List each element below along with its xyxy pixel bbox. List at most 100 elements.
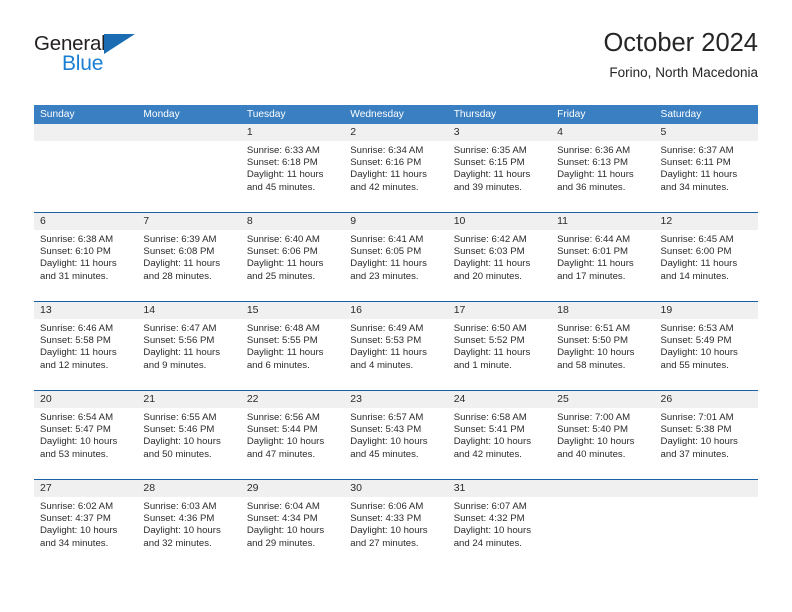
day-cell[interactable]: 15 Sunrise: 6:48 AM Sunset: 5:55 PM Dayligh… — [240, 302, 345, 390]
sunset-text: Sunset: 5:47 PM — [40, 424, 111, 436]
day-cell[interactable]: 21 Sunrise: 6:55 AM Sunset: 5:46 PM Dayligh… — [137, 391, 241, 479]
sunset-text: Sunset: 6:03 PM — [453, 246, 525, 258]
day-details: Sunrise: 6:35 AM Sunset: 6:15 PM Daylight:… — [448, 141, 551, 194]
daylight-text-line1: Daylight: 10 hours — [40, 525, 118, 537]
sunrise-text: Sunrise: 6:40 AM — [246, 234, 320, 245]
sunset-text: Sunset: 6:06 PM — [246, 246, 318, 258]
sunrise-text: Sunrise: 6:49 AM — [350, 323, 424, 334]
daylight-text-line2: and 55 minutes. — [660, 359, 729, 371]
day-cell[interactable]: 9 Sunrise: 6:41 AM Sunset: 6:05 PM Daylight… — [344, 213, 448, 301]
day-cell[interactable]: 31 Sunrise: 6:07 AM Sunset: 4:32 PM Dayligh… — [447, 480, 552, 568]
day-cell[interactable]: 22 Sunrise: 6:56 AM Sunset: 5:44 PM Dayligh… — [240, 391, 345, 479]
sunset-text: Sunset: 5:40 PM — [557, 424, 629, 436]
day-cell[interactable]: 25 Sunrise: 7:00 AM Sunset: 5:40 PM Dayligh… — [551, 391, 655, 479]
day-cell[interactable]: 1 Sunrise: 6:33 AM Sunset: 6:18 PM Daylight… — [240, 124, 345, 212]
sunset-text: Sunset: 5:41 PM — [453, 424, 525, 436]
day-cell[interactable]: 17 Sunrise: 6:50 AM Sunset: 5:52 PM Dayligh… — [447, 302, 552, 390]
daylight-text-line2: and 23 minutes. — [350, 270, 419, 282]
day-cell[interactable]: 4 Sunrise: 6:36 AM Sunset: 6:13 PM Daylight… — [551, 124, 655, 212]
day-number: 31 — [447, 480, 552, 497]
sunrise-text: Sunrise: 6:54 AM — [40, 412, 114, 423]
day-details: Sunrise: 6:55 AM Sunset: 5:46 PM Daylight:… — [137, 408, 240, 461]
day-details: Sunrise: 6:50 AM Sunset: 5:52 PM Daylight:… — [448, 319, 551, 372]
day-cell[interactable]: 29 Sunrise: 6:04 AM Sunset: 4:34 PM Dayligh… — [240, 480, 345, 568]
daylight-text-line2: and 28 minutes. — [143, 270, 212, 282]
daylight-text-line2: and 42 minutes. — [350, 181, 419, 193]
day-details: Sunrise: 6:38 AM Sunset: 6:10 PM Daylight:… — [34, 230, 137, 283]
daylight-text-line1: Daylight: 10 hours — [143, 525, 221, 537]
day-cell[interactable]: 5 Sunrise: 6:37 AM Sunset: 6:11 PM Daylight… — [654, 124, 758, 212]
daylight-text-line1: Daylight: 11 hours — [453, 347, 531, 359]
day-cell[interactable]: 27 Sunrise: 6:02 AM Sunset: 4:37 PM Dayligh… — [34, 480, 138, 568]
day-details — [137, 141, 240, 145]
weekday-header-saturday: Saturday — [660, 109, 702, 120]
sunrise-text: Sunrise: 6:39 AM — [143, 234, 217, 245]
daylight-text-line2: and 20 minutes. — [453, 270, 522, 282]
day-details: Sunrise: 6:51 AM Sunset: 5:50 PM Daylight:… — [551, 319, 654, 372]
day-cell[interactable]: 11 Sunrise: 6:44 AM Sunset: 6:01 PM Dayligh… — [551, 213, 655, 301]
day-cell[interactable]: 7 Sunrise: 6:39 AM Sunset: 6:08 PM Daylight… — [137, 213, 241, 301]
daylight-text-line1: Daylight: 11 hours — [660, 258, 738, 270]
sunrise-text: Sunrise: 6:07 AM — [453, 501, 527, 512]
daylight-text-line1: Daylight: 11 hours — [246, 169, 324, 181]
day-cell[interactable]: 13 Sunrise: 6:46 AM Sunset: 5:58 PM Dayligh… — [34, 302, 138, 390]
calendar-week-row: 27 Sunrise: 6:02 AM Sunset: 4:37 PM Dayligh… — [34, 479, 758, 568]
day-cell[interactable]: 8 Sunrise: 6:40 AM Sunset: 6:06 PM Daylight… — [240, 213, 345, 301]
daylight-text-line1: Daylight: 11 hours — [557, 258, 634, 270]
day-cell[interactable]: 19 Sunrise: 6:53 AM Sunset: 5:49 PM Dayligh… — [654, 302, 758, 390]
daylight-text-line1: Daylight: 11 hours — [143, 347, 221, 359]
daylight-text-line1: Daylight: 10 hours — [557, 436, 635, 448]
daylight-text-line2: and 12 minutes. — [40, 359, 109, 371]
sunrise-text: Sunrise: 6:02 AM — [40, 501, 114, 512]
day-details: Sunrise: 6:07 AM Sunset: 4:32 PM Daylight:… — [448, 497, 551, 550]
daylight-text-line1: Daylight: 10 hours — [660, 436, 738, 448]
day-cell[interactable]: 14 Sunrise: 6:47 AM Sunset: 5:56 PM Dayligh… — [137, 302, 241, 390]
weekday-header-thursday: Thursday — [453, 109, 497, 120]
day-cell[interactable]: 3 Sunrise: 6:35 AM Sunset: 6:15 PM Daylight… — [447, 124, 552, 212]
day-cell-empty — [34, 124, 138, 212]
sunset-text: Sunset: 6:01 PM — [557, 246, 629, 258]
day-number: 13 — [34, 302, 138, 319]
sunrise-text: Sunrise: 6:38 AM — [40, 234, 114, 245]
day-details: Sunrise: 6:33 AM Sunset: 6:18 PM Daylight:… — [241, 141, 344, 194]
day-number: 21 — [137, 391, 241, 408]
daylight-text-line2: and 27 minutes. — [350, 537, 419, 549]
daylight-text-line2: and 29 minutes. — [246, 537, 316, 549]
day-number: 17 — [447, 302, 552, 319]
calendar-page: General Blue October 2024 Forino, North … — [0, 0, 792, 612]
day-number: 18 — [551, 302, 655, 319]
day-details: Sunrise: 6:34 AM Sunset: 6:16 PM Daylight:… — [344, 141, 447, 194]
daylight-text-line1: Daylight: 10 hours — [453, 525, 532, 537]
sunset-text: Sunset: 4:32 PM — [453, 513, 525, 525]
logo-triangle-icon — [104, 34, 135, 54]
day-cell[interactable]: 16 Sunrise: 6:49 AM Sunset: 5:53 PM Dayligh… — [344, 302, 448, 390]
calendar-week-row: 20 Sunrise: 6:54 AM Sunset: 5:47 PM Dayligh… — [34, 390, 758, 479]
day-cell[interactable]: 2 Sunrise: 6:34 AM Sunset: 6:16 PM Daylight… — [344, 124, 448, 212]
day-details: Sunrise: 6:36 AM Sunset: 6:13 PM Daylight:… — [551, 141, 654, 194]
day-cell[interactable]: 26 Sunrise: 7:01 AM Sunset: 5:38 PM Dayligh… — [654, 391, 758, 479]
sunrise-text: Sunrise: 6:55 AM — [143, 412, 217, 423]
day-cell[interactable]: 28 Sunrise: 6:03 AM Sunset: 4:36 PM Dayligh… — [137, 480, 241, 568]
day-details: Sunrise: 6:42 AM Sunset: 6:03 PM Daylight:… — [448, 230, 551, 283]
sunset-text: Sunset: 4:37 PM — [40, 513, 111, 525]
daylight-text-line1: Daylight: 10 hours — [40, 436, 118, 448]
day-cell[interactable]: 30 Sunrise: 6:06 AM Sunset: 4:33 PM Dayligh… — [344, 480, 448, 568]
day-cell[interactable]: 23 Sunrise: 6:57 AM Sunset: 5:43 PM Dayligh… — [344, 391, 448, 479]
sunrise-text: Sunrise: 6:34 AM — [350, 145, 424, 156]
weekday-header-sunday: Sunday — [40, 109, 75, 120]
day-cell[interactable]: 20 Sunrise: 6:54 AM Sunset: 5:47 PM Dayligh… — [34, 391, 138, 479]
day-details: Sunrise: 6:45 AM Sunset: 6:00 PM Daylight:… — [655, 230, 758, 283]
day-details — [34, 141, 137, 145]
day-cell[interactable]: 12 Sunrise: 6:45 AM Sunset: 6:00 PM Dayligh… — [654, 213, 758, 301]
day-cell[interactable]: 24 Sunrise: 6:58 AM Sunset: 5:41 PM Dayligh… — [447, 391, 552, 479]
page-subtitle: Forino, North Macedonia — [609, 64, 758, 80]
day-cell[interactable]: 18 Sunrise: 6:51 AM Sunset: 5:50 PM Dayligh… — [551, 302, 655, 390]
calendar-grid: Sunday Monday Tuesday Wednesday Thursday Frid… — [34, 105, 758, 568]
sunset-text: Sunset: 6:16 PM — [350, 157, 422, 169]
daylight-text-line1: Daylight: 11 hours — [246, 258, 324, 270]
daylight-text-line1: Daylight: 11 hours — [40, 347, 117, 359]
day-cell[interactable]: 10 Sunrise: 6:42 AM Sunset: 6:03 PM Dayligh… — [447, 213, 552, 301]
day-cell[interactable]: 6 Sunrise: 6:38 AM Sunset: 6:10 PM Daylight… — [34, 213, 138, 301]
sunset-text: Sunset: 6:13 PM — [557, 157, 629, 169]
sunrise-text: Sunrise: 6:42 AM — [453, 234, 527, 245]
